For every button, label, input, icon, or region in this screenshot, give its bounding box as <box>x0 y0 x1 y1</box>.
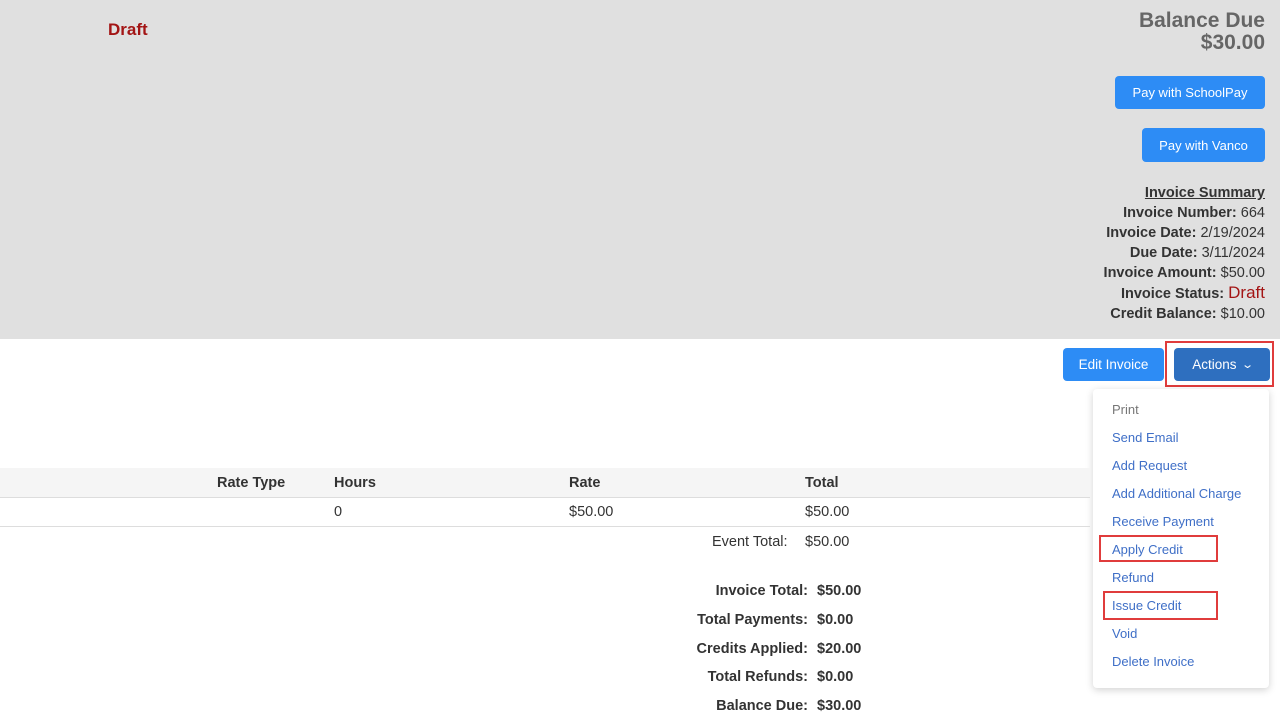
charges-table-header <box>0 468 1090 498</box>
column-header-rate: Rate <box>569 475 601 491</box>
menu-item-add-additional-charge[interactable]: Add Additional Charge <box>1112 486 1241 501</box>
pay-with-schoolpay-button[interactable]: Pay with SchoolPay <box>1115 76 1265 109</box>
menu-item-issue-credit[interactable]: Issue Credit <box>1112 598 1181 613</box>
total-payments-value: $0.00 <box>817 612 854 628</box>
invoice-number-value: 664 <box>1240 205 1265 221</box>
menu-item-send-email[interactable]: Send Email <box>1112 430 1178 445</box>
menu-item-receive-payment[interactable]: Receive Payment <box>1112 514 1214 529</box>
table-row-divider <box>0 526 1090 527</box>
total-refunds-value: $0.00 <box>817 669 854 685</box>
due-date-label: Due Date: <box>1129 245 1198 261</box>
column-header-rate-type: Rate Type <box>217 475 286 491</box>
invoice-date-row: Invoice Date: 2/19/2024 <box>1104 223 1265 243</box>
column-header-hours: Hours <box>334 475 376 491</box>
balance-due-amount: $30.00 <box>1200 31 1265 54</box>
invoice-amount-row: Invoice Amount: $50.00 <box>1104 263 1265 283</box>
row-hours-cell: 0 <box>334 504 343 520</box>
menu-item-delete-invoice[interactable]: Delete Invoice <box>1112 654 1194 669</box>
chevron-down-icon: ⌄ <box>1240 359 1254 371</box>
invoice-number-row: Invoice Number: 664 <box>1104 203 1265 223</box>
event-total-label: Event Total: <box>712 534 788 550</box>
row-rate-cell: $50.00 <box>569 504 614 520</box>
invoice-amount-label: Invoice Amount: <box>1103 265 1217 281</box>
credit-balance-label: Credit Balance: <box>1110 306 1217 322</box>
credits-applied-label: Credits Applied: <box>696 641 808 657</box>
invoice-status-value: Draft <box>1228 283 1265 302</box>
due-date-value: 3/11/2024 <box>1201 245 1265 261</box>
pay-with-vanco-button[interactable]: Pay with Vanco <box>1142 128 1265 162</box>
invoice-status-row: Invoice Status: Draft <box>1104 283 1265 304</box>
row-total-cell: $50.00 <box>805 504 850 520</box>
invoice-status-label: Invoice Status: <box>1120 286 1225 302</box>
invoice-summary: Invoice Summary Invoice Number: 664 Invo… <box>1104 183 1265 324</box>
balance-due-total-label: Balance Due: <box>716 698 808 714</box>
menu-item-apply-credit[interactable]: Apply Credit <box>1112 542 1183 557</box>
menu-item-void[interactable]: Void <box>1112 626 1137 641</box>
invoice-date-value: 2/19/2024 <box>1200 225 1265 241</box>
invoice-number-label: Invoice Number: <box>1123 205 1237 221</box>
invoice-summary-title: Invoice Summary <box>1144 185 1265 201</box>
menu-item-add-request[interactable]: Add Request <box>1112 458 1187 473</box>
edit-invoice-button[interactable]: Edit Invoice <box>1063 348 1164 381</box>
menu-item-refund[interactable]: Refund <box>1112 570 1154 585</box>
actions-button-label: Actions <box>1192 357 1237 372</box>
invoice-amount-value: $50.00 <box>1220 265 1265 281</box>
column-header-total: Total <box>805 475 839 491</box>
draft-status-label: Draft <box>108 20 148 39</box>
credit-balance-row: Credit Balance: $10.00 <box>1104 304 1265 324</box>
actions-dropdown-menu: Print Send Email Add Request Add Additio… <box>1093 389 1269 688</box>
total-refunds-label: Total Refunds: <box>707 669 808 685</box>
invoice-total-label: Invoice Total: <box>715 583 808 599</box>
event-total-value: $50.00 <box>805 534 850 550</box>
invoice-total-value: $50.00 <box>817 583 862 599</box>
credits-applied-value: $20.00 <box>817 641 862 657</box>
invoice-header-panel <box>0 0 1280 339</box>
credit-balance-value: $10.00 <box>1220 306 1265 322</box>
menu-item-print[interactable]: Print <box>1112 402 1139 417</box>
invoice-date-label: Invoice Date: <box>1106 225 1197 241</box>
balance-due-total-value: $30.00 <box>817 698 862 714</box>
due-date-row: Due Date: 3/11/2024 <box>1104 243 1265 263</box>
balance-due-title: Balance Due <box>1138 9 1265 32</box>
total-payments-label: Total Payments: <box>697 612 808 628</box>
actions-dropdown-button[interactable]: Actions ⌄ <box>1174 348 1270 381</box>
